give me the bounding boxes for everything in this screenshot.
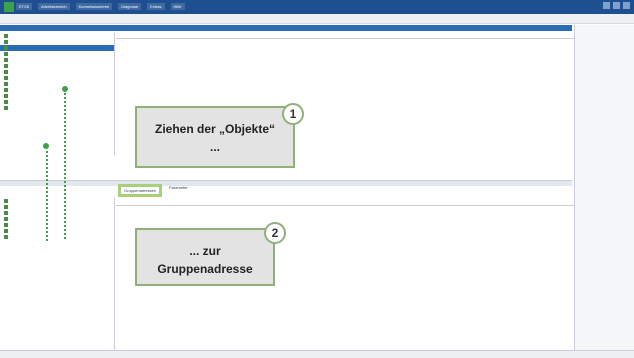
title-bar: ETS5 Arbeitsbereich Kommissionieren Diag… [0,0,634,14]
minimize-icon[interactable] [603,2,610,9]
menu-item[interactable]: Hilfe [170,3,185,10]
tree-node[interactable] [0,234,114,240]
menu-item[interactable]: Kommissionieren [75,3,113,10]
bottom-tabs: Gruppenadressen Parameter [118,184,191,197]
app-logo [4,2,14,12]
tree-node[interactable] [0,105,114,111]
maximize-icon[interactable] [613,2,620,9]
group-address-tree [0,198,115,358]
status-bar [0,350,634,358]
menu-item[interactable]: ETS5 [16,3,33,10]
pane-header-bar [0,25,572,31]
tab-parameter[interactable]: Parameter [166,184,191,197]
toolbar [0,14,634,24]
menu-item[interactable]: Diagnose [118,3,142,10]
menu-item[interactable]: Arbeitsbereich [38,3,70,10]
menu-item[interactable]: Extras [147,3,165,10]
menu-bar: ETS5 Arbeitsbereich Kommissionieren Diag… [16,3,185,10]
instruction-callout-2: ... zur Gruppenadresse [135,228,275,286]
group-address-table [116,200,574,206]
step-badge-1: 1 [282,103,304,125]
table-header [116,200,574,206]
table-row[interactable] [116,59,574,64]
instruction-callout-1: Ziehen der „Objekte“ ... [135,106,295,168]
close-icon[interactable] [623,2,630,9]
properties-panel [574,25,634,358]
drag-path-2 [64,89,68,239]
drag-start-1 [43,143,49,149]
topology-tree [0,33,115,155]
callout-2-line1: ... zur [189,244,221,258]
step-badge-2: 2 [264,222,286,244]
drag-path-1 [46,146,50,241]
drag-start-2 [62,86,68,92]
callout-1-line1: Ziehen der „Objekte“ [154,122,276,136]
callout-2-line2: Gruppenadresse [157,262,253,276]
tab-gruppenadressen[interactable]: Gruppenadressen [118,184,163,197]
property-row[interactable] [575,39,634,41]
callout-1-line2: ... [209,140,220,154]
window-controls [603,2,630,9]
pane-divider[interactable] [0,180,572,186]
